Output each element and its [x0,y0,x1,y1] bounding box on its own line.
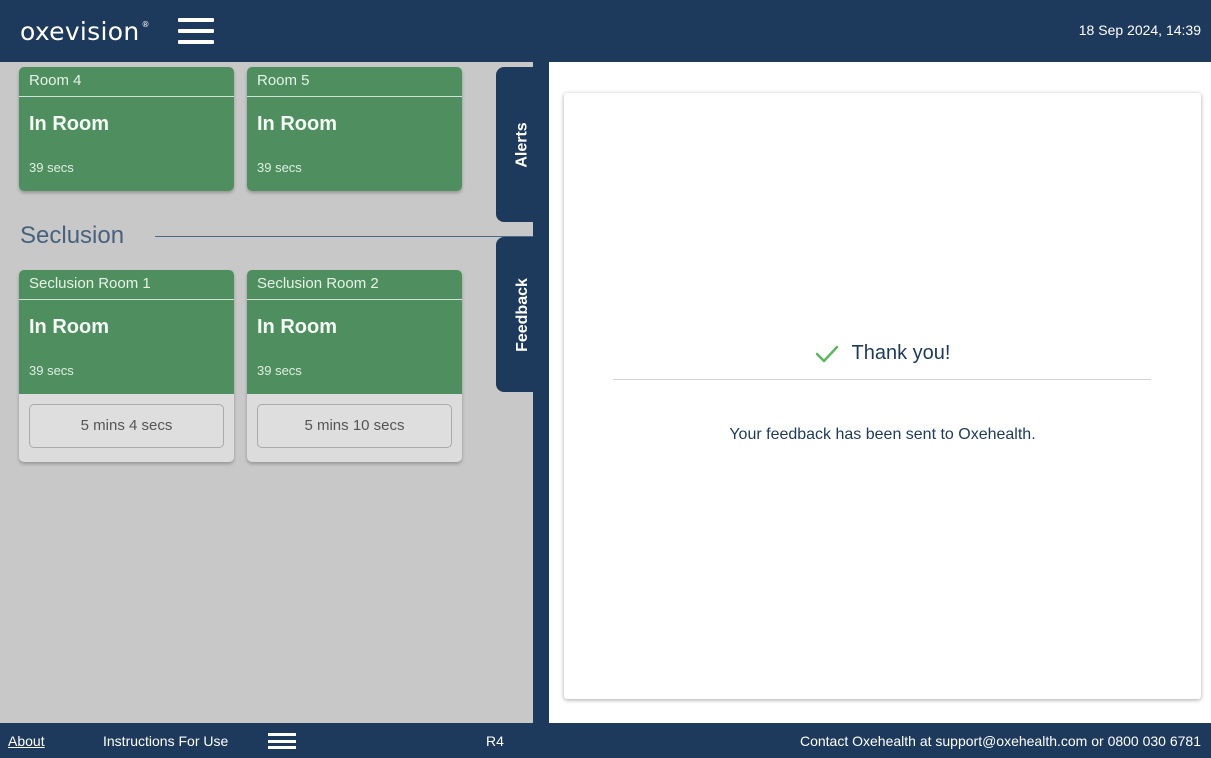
section-divider [155,236,533,237]
room-status: In Room [29,113,109,135]
room-name: Seclusion Room 1 [19,270,234,300]
tab-feedback-label: Feedback [514,277,531,352]
registered-mark: ® [141,19,150,29]
header-datetime: 18 Sep 2024, 14:39 [1078,22,1201,38]
seclusion-duration-button[interactable]: 5 mins 4 secs [29,404,224,448]
app-header: oxevision ® 18 Sep 2024, 14:39 [0,0,1211,62]
hamburger-menu-icon[interactable] [268,733,296,749]
room-card-room-5[interactable]: Room 5 In Room 39 secs [247,67,462,191]
tab-alerts-label: Alerts [513,121,531,168]
room-status: In Room [257,316,337,338]
app-footer: About Instructions For Use R4 Contact Ox… [0,723,1211,758]
room-status: In Room [29,316,109,338]
feedback-confirmation-card: Thank you! Your feedback has been sent t… [564,93,1201,699]
room-card-seclusion-room-1[interactable]: Seclusion Room 1 In Room 39 secs 5 mins … [19,270,234,462]
thanks-heading: Thank you! [564,342,1201,365]
section-title-seclusion: Seclusion [20,222,125,249]
oxevision-logo: oxevision ® [20,19,150,44]
room-card-footer: 5 mins 4 secs [19,394,234,462]
room-elapsed: 39 secs [257,160,302,175]
instructions-for-use-link[interactable]: Instructions For Use [103,733,228,749]
rooms-panel: Room 4 In Room 39 secs Room 5 In Room 39… [0,62,533,723]
room-name: Room 4 [19,67,234,97]
about-link[interactable]: About [8,733,45,749]
hamburger-menu-icon[interactable] [177,18,214,44]
room-card-footer: 5 mins 10 secs [247,394,462,462]
room-name: Seclusion Room 2 [247,270,462,300]
room-elapsed: 39 secs [29,363,74,378]
tab-alerts[interactable]: Alerts [496,67,550,222]
logo-text: oxevision [20,16,140,46]
room-card-header: Seclusion Room 1 In Room 39 secs [19,270,234,394]
room-card-header: Room 5 In Room 39 secs [247,67,462,191]
room-card-seclusion-room-2[interactable]: Seclusion Room 2 In Room 39 secs 5 mins … [247,270,462,462]
contact-info: Contact Oxehealth at support@oxehealth.c… [799,733,1201,749]
room-card-room-4[interactable]: Room 4 In Room 39 secs [19,67,234,191]
release-version: R4 [486,733,504,749]
thanks-divider [613,379,1151,380]
room-card-header: Room 4 In Room 39 secs [19,67,234,191]
thanks-title: Thank you! [851,342,951,364]
room-name: Room 5 [247,67,462,97]
room-card-header: Seclusion Room 2 In Room 39 secs [247,270,462,394]
room-status: In Room [257,113,337,135]
seclusion-duration-button[interactable]: 5 mins 10 secs [257,404,452,448]
room-elapsed: 39 secs [257,363,302,378]
tab-feedback[interactable]: Feedback [496,237,550,392]
feedback-sent-message: Your feedback has been sent to Oxehealth… [729,426,1036,443]
check-icon [815,345,838,362]
room-elapsed: 39 secs [29,160,74,175]
